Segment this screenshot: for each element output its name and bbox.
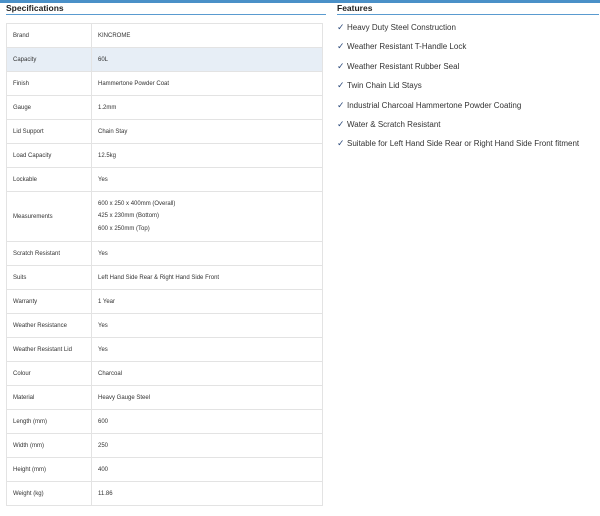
specifications-table: Brand KINCROME Capacity 60L Finish Hamme… — [6, 23, 323, 506]
spec-value: 1.2mm — [91, 95, 323, 120]
spec-row-weather-resistance: Weather Resistance Yes — [6, 313, 323, 338]
feature-text: Twin Chain Lid Stays — [347, 81, 422, 91]
features-section: Features ✓ Heavy Duty Steel Construction … — [337, 3, 599, 154]
spec-value: KINCROME — [91, 23, 323, 48]
feature-text: Water & Scratch Resistant — [347, 119, 441, 129]
spec-label: Suits — [6, 265, 92, 290]
spec-label: Width (mm) — [6, 433, 92, 458]
spec-value-multiline: 600 x 250 x 400mm (Overall) 425 x 230mm … — [91, 191, 323, 242]
feature-text: Weather Resistant Rubber Seal — [347, 61, 460, 71]
spec-row-weight: Weight (kg) 11.86 — [6, 481, 323, 506]
spec-value: Hammertone Powder Coat — [91, 71, 323, 96]
features-list: ✓ Heavy Duty Steel Construction ✓ Weather … — [337, 18, 599, 154]
spec-value: Charcoal — [91, 361, 323, 386]
features-title-rule — [337, 14, 599, 15]
spec-label: Scratch Resistant — [6, 241, 92, 266]
spec-row-length: Length (mm) 600 — [6, 409, 323, 434]
check-icon: ✓ — [337, 23, 345, 33]
spec-label: Load Capacity — [6, 143, 92, 168]
spec-label: Brand — [6, 23, 92, 48]
spec-value: Yes — [91, 241, 323, 266]
feature-text: Industrial Charcoal Hammertone Powder Co… — [347, 100, 522, 110]
spec-label: Warranty — [6, 289, 92, 314]
feature-item: ✓ Industrial Charcoal Hammertone Powder C… — [337, 96, 599, 115]
spec-value: 400 — [91, 457, 323, 482]
spec-row-capacity: Capacity 60L — [6, 47, 323, 72]
features-title: Features — [337, 3, 373, 13]
spec-label: Weather Resistance — [6, 313, 92, 338]
spec-value: Yes — [91, 337, 323, 362]
spec-value: 12.5kg — [91, 143, 323, 168]
check-icon: ✓ — [337, 100, 345, 111]
measurement-top: 600 x 250mm (Top) — [98, 225, 150, 232]
feature-item: ✓ Weather Resistant T-Handle Lock — [337, 37, 599, 56]
spec-label: Finish — [6, 71, 92, 96]
spec-row-scratch-resistant: Scratch Resistant Yes — [6, 241, 323, 266]
spec-label: Weather Resistant Lid — [6, 337, 92, 362]
specifications-title-rule — [6, 14, 326, 15]
feature-text: Weather Resistant T-Handle Lock — [347, 42, 467, 52]
spec-row-lid-support: Lid Support Chain Stay — [6, 119, 323, 144]
measurement-bottom: 425 x 230mm (Bottom) — [98, 213, 160, 220]
spec-label: Measurements — [6, 191, 92, 242]
spec-label: Colour — [6, 361, 92, 386]
spec-row-colour: Colour Charcoal — [6, 361, 323, 386]
feature-text: Suitable for Left Hand Side Rear or Righ… — [347, 139, 580, 149]
feature-item: ✓ Water & Scratch Resistant — [337, 115, 599, 134]
feature-item: ✓ Heavy Duty Steel Construction — [337, 18, 599, 37]
check-icon: ✓ — [337, 139, 345, 150]
measurement-overall: 600 x 250 x 400mm (Overall) — [98, 200, 176, 207]
feature-item: ✓ Suitable for Left Hand Side Rear or Rig… — [337, 134, 599, 153]
check-icon: ✓ — [337, 61, 345, 72]
spec-row-lockable: Lockable Yes — [6, 167, 323, 192]
spec-value: Yes — [91, 313, 323, 338]
spec-value: Left Hand Side Rear & Right Hand Side Fr… — [91, 265, 323, 290]
spec-row-material: Material Heavy Gauge Steel — [6, 385, 323, 410]
spec-value: 250 — [91, 433, 323, 458]
spec-label: Height (mm) — [6, 457, 92, 482]
spec-row-warranty: Warranty 1 Year — [6, 289, 323, 314]
spec-value: Chain Stay — [91, 119, 323, 144]
spec-label: Capacity — [6, 47, 92, 72]
spec-row-load-capacity: Load Capacity 12.5kg — [6, 143, 323, 168]
check-icon: ✓ — [337, 42, 345, 53]
specifications-title: Specifications — [6, 3, 64, 13]
spec-label: Material — [6, 385, 92, 410]
feature-text: Heavy Duty Steel Construction — [347, 23, 456, 32]
spec-row-suits: Suits Left Hand Side Rear & Right Hand S… — [6, 265, 323, 290]
check-icon: ✓ — [337, 81, 345, 92]
spec-label: Gauge — [6, 95, 92, 120]
check-icon: ✓ — [337, 119, 345, 130]
spec-row-finish: Finish Hammertone Powder Coat — [6, 71, 323, 96]
spec-value: 1 Year — [91, 289, 323, 314]
spec-row-width: Width (mm) 250 — [6, 433, 323, 458]
spec-row-brand: Brand KINCROME — [6, 23, 323, 48]
spec-value: 11.86 — [91, 481, 323, 506]
spec-label: Lid Support — [6, 119, 92, 144]
spec-label: Length (mm) — [6, 409, 92, 434]
specifications-section: Specifications Brand KINCROME Capacity 6… — [6, 3, 326, 506]
spec-label: Weight (kg) — [6, 481, 92, 506]
feature-item: ✓ Twin Chain Lid Stays — [337, 76, 599, 95]
spec-row-weather-resistant-lid: Weather Resistant Lid Yes — [6, 337, 323, 362]
spec-row-measurements: Measurements 600 x 250 x 400mm (Overall)… — [6, 191, 323, 242]
spec-value: 60L — [91, 47, 323, 72]
spec-value: 600 — [91, 409, 323, 434]
spec-value: Heavy Gauge Steel — [91, 385, 323, 410]
feature-item: ✓ Weather Resistant Rubber Seal — [337, 57, 599, 76]
spec-value: Yes — [91, 167, 323, 192]
spec-label: Lockable — [6, 167, 92, 192]
spec-row-height: Height (mm) 400 — [6, 457, 323, 482]
spec-row-gauge: Gauge 1.2mm — [6, 95, 323, 120]
